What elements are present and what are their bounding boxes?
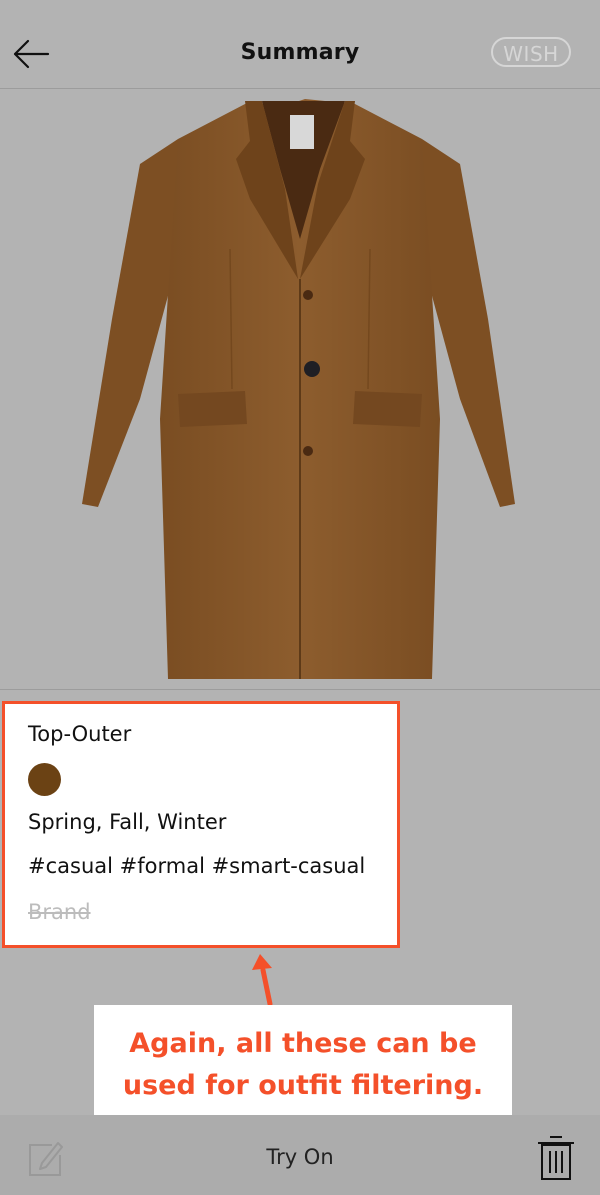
delete-button[interactable] (534, 1133, 578, 1183)
annotation-line-1: Again, all these can be (129, 1028, 477, 1059)
item-details-card: Top-Outer Spring, Fall, Winter #casual #… (2, 701, 400, 948)
category-label: Top-Outer (28, 722, 132, 746)
annotation-text: Again, all these can be used for outfit … (94, 1023, 512, 1107)
trash-icon (538, 1136, 574, 1180)
up-arrow-annotation (252, 954, 273, 1007)
try-on-button[interactable]: Try On (0, 1145, 600, 1169)
annotation-callout: Again, all these can be used for outfit … (94, 1005, 512, 1127)
coat-image (82, 99, 515, 679)
bottom-toolbar: Try On (0, 1115, 600, 1195)
annotation-line-2: used for outfit filtering. (122, 1070, 484, 1101)
wish-button[interactable]: WISH (491, 37, 571, 67)
top-nav-bar: Summary WISH (0, 0, 600, 89)
brand-placeholder[interactable]: Brand (28, 900, 91, 924)
color-swatch (28, 763, 61, 796)
season-label: Spring, Fall, Winter (28, 810, 227, 834)
item-image-area (0, 89, 600, 690)
tags-label: #casual #formal #smart-casual (28, 854, 366, 878)
